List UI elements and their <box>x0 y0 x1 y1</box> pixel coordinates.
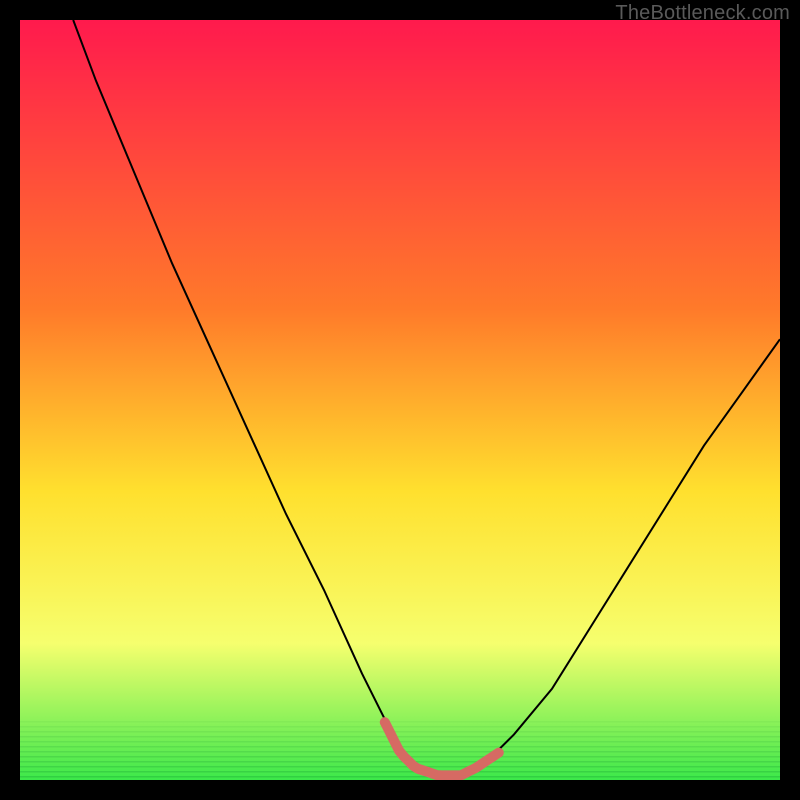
chart-frame: TheBottleneck.com <box>0 0 800 800</box>
heat-gradient <box>20 20 780 780</box>
bottleneck-chart <box>20 20 780 780</box>
plot-area <box>20 20 780 780</box>
